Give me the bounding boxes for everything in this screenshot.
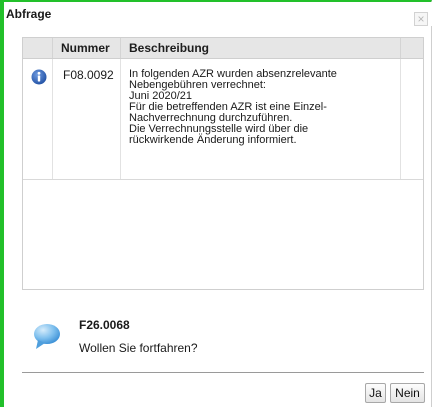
title-bar: Abfrage ×	[4, 2, 432, 26]
column-header-extra	[401, 38, 423, 58]
info-icon	[31, 69, 47, 85]
speech-bubble-icon	[34, 324, 60, 349]
message-table: Nummer Beschreibung F08.0092 In folgende	[22, 37, 424, 290]
message-text: Wollen Sie fortfahren?	[79, 341, 198, 355]
close-icon: ×	[417, 12, 425, 26]
column-header-description[interactable]: Beschreibung	[121, 38, 401, 58]
column-header-number[interactable]: Nummer	[53, 38, 121, 58]
yes-button[interactable]: Ja	[365, 383, 386, 403]
row-extra-cell	[401, 59, 423, 179]
no-button[interactable]: Nein	[390, 383, 425, 403]
dialog-title: Abfrage	[6, 7, 52, 21]
row-description-cell: In folgenden AZR wurden absenzrelevante …	[121, 59, 401, 179]
column-header-icon	[23, 38, 53, 58]
message-code: F26.0068	[79, 318, 130, 332]
row-number-cell: F08.0092	[53, 59, 121, 179]
row-icon-cell	[23, 59, 53, 179]
divider	[22, 372, 424, 373]
table-row[interactable]: F08.0092 In folgenden AZR wurden absenzr…	[23, 59, 423, 180]
close-button[interactable]: ×	[414, 12, 428, 26]
table-header: Nummer Beschreibung	[23, 38, 423, 59]
description-line: rückwirkende Änderung informiert.	[129, 134, 297, 146]
message-number: F08.0092	[63, 68, 114, 82]
